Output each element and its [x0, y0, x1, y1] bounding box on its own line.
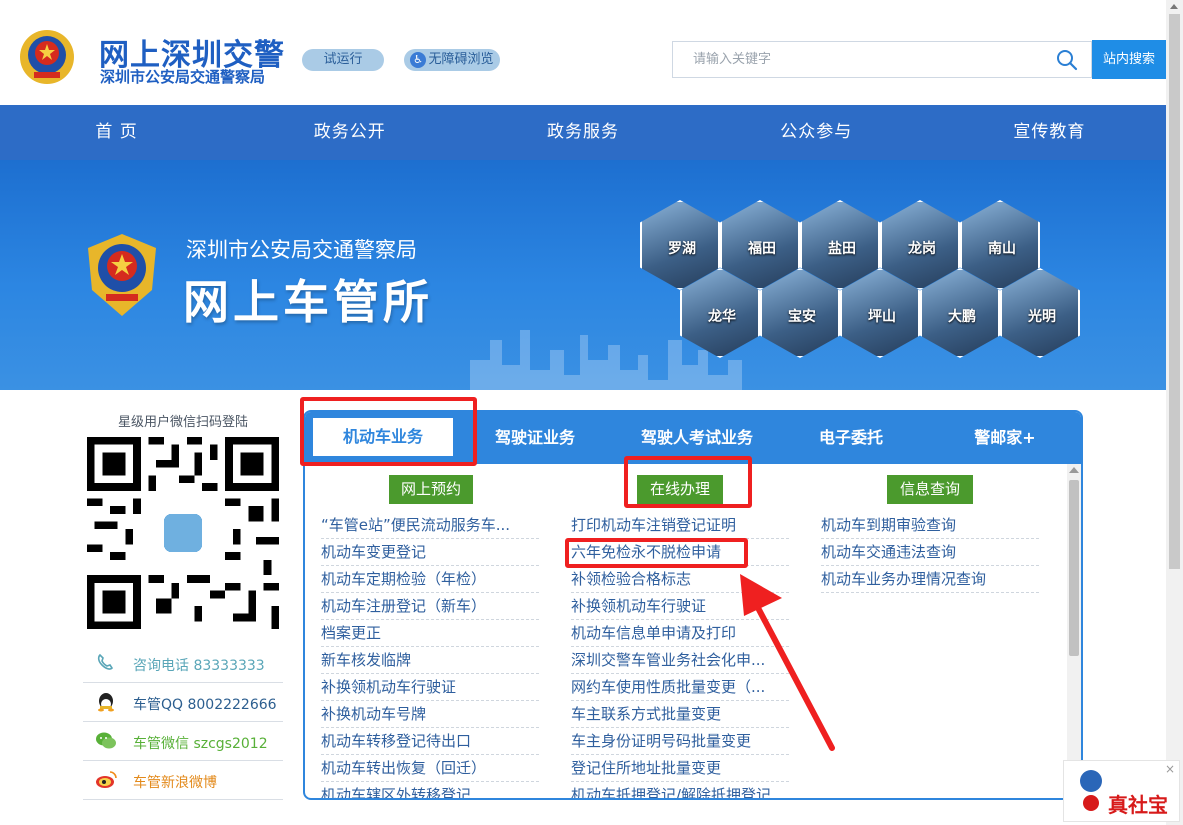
- list-item[interactable]: 机动车交通违法查询: [821, 539, 1039, 566]
- annotation-arrow-icon: [740, 574, 835, 751]
- wheelchair-icon: ♿: [410, 52, 426, 68]
- banner-title: 网上车管所: [183, 275, 433, 329]
- tab-license-business[interactable]: 驾驶证业务: [475, 412, 595, 464]
- column-heading-online-appointment: 网上预约: [389, 475, 473, 504]
- list-item[interactable]: 机动车到期审验查询: [821, 512, 1039, 539]
- list-item[interactable]: 登记住所地址批量变更: [571, 755, 789, 782]
- site-search-button[interactable]: 站内搜索: [1092, 40, 1166, 79]
- wechat-qr-code: [87, 437, 279, 629]
- contact-phone-text: 咨询电话 83333333: [133, 658, 265, 674]
- scroll-up-arrow-icon[interactable]: [1069, 467, 1079, 473]
- search-icon[interactable]: [1056, 49, 1078, 71]
- list-item[interactable]: 机动车业务办理情况查询: [821, 566, 1039, 593]
- list-item[interactable]: 新车核发临牌: [321, 647, 539, 674]
- highlight-online-processing: [624, 456, 752, 508]
- phone-icon: [97, 653, 114, 670]
- list-item[interactable]: 机动车转移登记待出口: [321, 728, 539, 755]
- page: 网上深圳交警 深圳市公安局交通警察局 试运行 ♿ 无障碍浏览 站内搜索 首 页 …: [0, 0, 1183, 825]
- accessibility-button[interactable]: ♿ 无障碍浏览: [404, 49, 500, 71]
- banner-subtitle: 深圳市公安局交通警察局: [186, 238, 417, 262]
- list-item[interactable]: 机动车定期检验（年检）: [321, 566, 539, 593]
- info-query-list: 机动车到期审验查询 机动车交通违法查询 机动车业务办理情况查询: [821, 512, 1039, 593]
- main-nav: 首 页 政务公开 政务服务 公众参与 宣传教育: [0, 105, 1166, 160]
- trial-badge: 试运行: [302, 49, 384, 71]
- search-input[interactable]: [673, 42, 1043, 77]
- list-item[interactable]: 机动车注册登记（新车）: [321, 593, 539, 620]
- police-emblem-icon[interactable]: [18, 28, 76, 86]
- page-scroll-up-icon[interactable]: [1170, 4, 1178, 9]
- list-item[interactable]: 补换领机动车行驶证: [321, 674, 539, 701]
- accessibility-label: 无障碍浏览: [428, 52, 494, 67]
- nav-item-government-affairs[interactable]: 政务公开: [233, 105, 466, 160]
- page-scrollbar-thumb[interactable]: [1169, 14, 1180, 569]
- contact-qq-text: 车管QQ 8002222666: [133, 697, 277, 713]
- nav-item-education[interactable]: 宣传教育: [933, 105, 1166, 160]
- contact-wechat[interactable]: 车管微信 szcgs2012: [83, 722, 283, 761]
- qr-login-title: 星级用户微信扫码登陆: [117, 415, 248, 430]
- list-item[interactable]: 档案更正: [321, 620, 539, 647]
- list-item[interactable]: 补换机动车号牌: [321, 701, 539, 728]
- search-box: [672, 41, 1092, 78]
- services-scrollbar[interactable]: [1067, 464, 1081, 798]
- contact-wechat-text: 车管微信 szcgs2012: [133, 736, 268, 752]
- contact-weibo-text: 车管新浪微博: [133, 775, 217, 791]
- wechat-icon: [96, 732, 116, 749]
- site-header: 网上深圳交警 深圳市公安局交通警察局 试运行 ♿ 无障碍浏览 站内搜索: [0, 0, 1166, 105]
- contact-phone[interactable]: 咨询电话 83333333: [83, 644, 283, 683]
- list-item[interactable]: 机动车抵押登记/解除抵押登记: [571, 782, 789, 798]
- site-subtitle: 深圳市公安局交通警察局: [100, 68, 266, 86]
- list-item[interactable]: 打印机动车注销登记证明: [571, 512, 789, 539]
- police-badge-icon: [88, 234, 156, 316]
- list-item[interactable]: 机动车转出恢复（回迁）: [321, 755, 539, 782]
- page-scrollbar[interactable]: [1166, 0, 1183, 825]
- nav-item-government-services[interactable]: 政务服务: [466, 105, 699, 160]
- contact-qq[interactable]: 车管QQ 8002222666: [83, 683, 283, 722]
- highlight-vehicle-tab: [300, 397, 477, 466]
- nav-item-home[interactable]: 首 页: [0, 105, 233, 160]
- column-heading-info-query: 信息查询: [887, 475, 973, 504]
- tab-police-post[interactable]: 警邮家+: [957, 412, 1053, 464]
- watermark-widget: × 真社宝: [1063, 760, 1180, 822]
- weibo-icon: [96, 771, 117, 788]
- list-item[interactable]: 机动车变更登记: [321, 539, 539, 566]
- tab-electronic-authorization[interactable]: 电子委托: [801, 412, 901, 464]
- appointment-list: “车管e站”便民流动服务车... 机动车变更登记 机动车定期检验（年检） 机动车…: [321, 512, 539, 798]
- list-item[interactable]: 机动车辖区外转移登记: [321, 782, 539, 798]
- contact-weibo[interactable]: 车管新浪微博: [83, 761, 283, 800]
- watermark-logo-icon: [1080, 770, 1102, 811]
- scrollbar-thumb[interactable]: [1069, 480, 1079, 656]
- watermark-text: 真社宝: [1108, 793, 1168, 817]
- close-icon[interactable]: ×: [1165, 762, 1175, 776]
- highlight-six-year-exempt: [565, 538, 748, 568]
- hero-banner: 深圳市公安局交通警察局 网上车管所 罗湖 福田 盐田 龙岗 南山 龙华 宝安 坪…: [0, 160, 1166, 390]
- nav-item-public-participation[interactable]: 公众参与: [700, 105, 933, 160]
- list-item[interactable]: “车管e站”便民流动服务车...: [321, 512, 539, 539]
- qq-icon: [98, 693, 114, 712]
